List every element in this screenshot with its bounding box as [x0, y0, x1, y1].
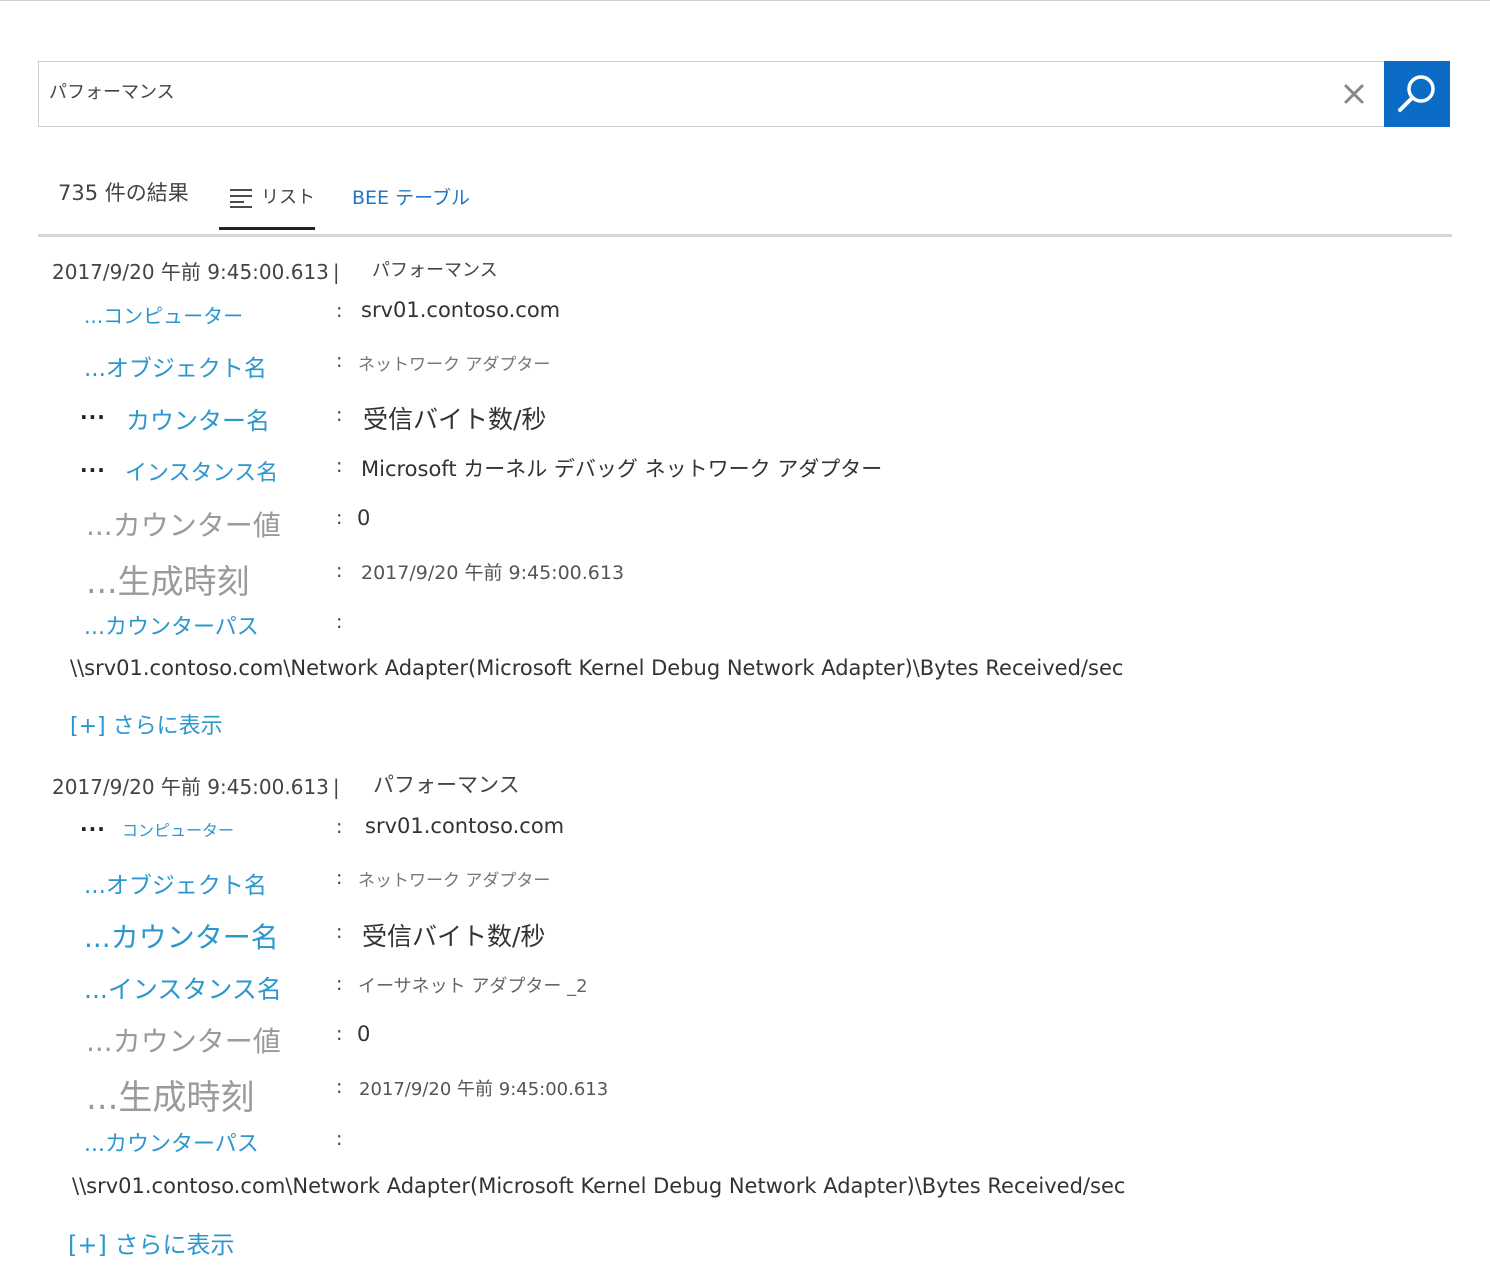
colon: : [336, 816, 343, 838]
tab-table[interactable]: BEE テーブル [352, 183, 470, 210]
field-value-counter-value: 0 [357, 1022, 371, 1046]
show-more-link[interactable]: [+] さらに表示 [70, 708, 223, 740]
colon: : [336, 611, 343, 633]
field-value-computer: srv01.contoso.com [361, 298, 561, 322]
field-value-instance: イーサネット アダプター _2 [358, 976, 588, 997]
colon: : [336, 1023, 343, 1045]
field-label-instance[interactable]: ...インスタンス名 [84, 970, 282, 1006]
tab-list-label: リスト [261, 187, 315, 208]
record-type: パフォーマンス [372, 260, 498, 281]
record-timestamp: 2017/9/20 午前 9:45:00.613 | [52, 260, 340, 284]
field-value-object: ネットワーク アダプター [358, 355, 551, 375]
close-icon [1344, 84, 1364, 104]
search-input[interactable] [49, 76, 1329, 106]
field-value-computer: srv01.contoso.com [365, 814, 565, 838]
colon: : [336, 507, 343, 529]
field-label-counter-value: ...カウンター値 [86, 509, 281, 542]
field-value-time-generated: 2017/9/20 午前 9:45:00.613 [359, 1079, 609, 1100]
field-label-time-generated: ...生成時刻 [86, 1078, 255, 1118]
list-icon [230, 189, 252, 208]
field-label-counter-path[interactable]: ...カウンターパス [84, 609, 259, 641]
field-label-counter-name[interactable]: カウンター名 [126, 401, 270, 436]
field-label-object[interactable]: ...オブジェクト名 [84, 349, 267, 383]
colon: : [336, 404, 343, 426]
field-label-counter-path[interactable]: ...カウンターパス [84, 1126, 259, 1158]
colon: : [336, 1076, 343, 1098]
field-value-time-generated: 2017/9/20 午前 9:45:00.613 [361, 562, 625, 584]
counter-path-value: \\srv01.contoso.com\Network Adapter(Micr… [70, 656, 1124, 680]
field-value-counter-name: 受信バイト数/秒 [363, 405, 547, 434]
field-label-counter-value: ...カウンター値 [86, 1025, 281, 1058]
tab-list[interactable]: リスト [219, 172, 315, 230]
search-button[interactable] [1384, 61, 1450, 127]
top-divider [0, 0, 1490, 1]
record-type: パフォーマンス [373, 773, 520, 797]
results-divider [38, 234, 1452, 237]
ellipsis: ... [80, 812, 106, 836]
ellipsis: ... [80, 400, 106, 424]
field-label-computer[interactable]: コンピューター [122, 817, 234, 841]
colon: : [336, 350, 343, 372]
field-value-instance: Microsoft カーネル デバッグ ネットワーク アダプター [361, 457, 883, 481]
field-label-instance[interactable]: インスタンス名 [125, 455, 278, 487]
record-timestamp: 2017/9/20 午前 9:45:00.613 | [52, 775, 340, 799]
colon: : [336, 973, 343, 995]
result-count: 735 件の結果 [58, 181, 189, 205]
clear-search-button[interactable] [1335, 75, 1373, 113]
field-label-time-generated: ...生成時刻 [86, 562, 250, 601]
colon: : [336, 560, 343, 582]
colon: : [336, 455, 343, 477]
field-value-counter-value: 0 [357, 506, 371, 530]
field-label-computer[interactable]: ...コンピューター [84, 300, 243, 329]
counter-path-value: \\srv01.contoso.com\Network Adapter(Micr… [72, 1174, 1126, 1198]
field-value-object: ネットワーク アダプター [358, 871, 551, 891]
search-bar [38, 61, 1450, 127]
search-icon [1398, 75, 1435, 112]
colon: : [336, 921, 343, 943]
colon: : [336, 300, 343, 322]
ellipsis: ... [80, 453, 106, 477]
colon: : [336, 867, 343, 889]
field-value-counter-name: 受信バイト数/秒 [362, 922, 546, 951]
show-more-link[interactable]: [+] さらに表示 [68, 1225, 234, 1260]
colon: : [336, 1128, 343, 1150]
active-tab-indicator [219, 227, 315, 230]
field-label-counter-name[interactable]: ...カウンター名 [84, 916, 279, 956]
field-label-object[interactable]: ...オブジェクト名 [84, 866, 267, 900]
